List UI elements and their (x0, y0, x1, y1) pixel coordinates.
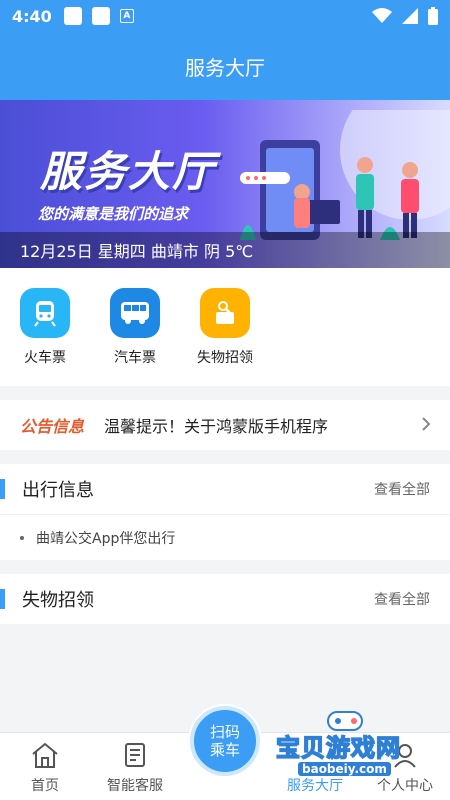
bus-ticket-button[interactable]: 汽车票 (95, 288, 175, 367)
lost-found-icon (200, 288, 250, 338)
section-header: 失物招领 查看全部 (0, 574, 450, 624)
lost-found-button[interactable]: 失物招领 (185, 288, 265, 367)
page-title: 服务大厅 (185, 55, 265, 80)
nav-home-label: 首页 (31, 778, 59, 794)
weather-info: 12月25日 星期四 曲靖市 阴 5℃ (0, 232, 450, 268)
view-all-travel-link[interactable]: 查看全部 (374, 479, 430, 499)
app-badge-icon: A (119, 9, 134, 23)
section-header: 出行信息 查看全部 (0, 464, 450, 514)
chevron-right-icon (422, 417, 431, 431)
bullet-icon (20, 535, 24, 540)
scan-line-1: 扫码 (209, 723, 240, 741)
signal-icon (402, 8, 418, 24)
nav-service[interactable]: 智能客服 (90, 739, 180, 795)
travel-info-section: 出行信息 查看全部 曲靖公交App伴您出行 (0, 464, 450, 560)
notification-icon (91, 7, 110, 25)
document-icon (90, 739, 180, 771)
hall-icon (270, 739, 360, 771)
status-bar: 4:40 A (0, 0, 450, 32)
train-ticket-button[interactable]: 火车票 (5, 288, 85, 367)
notice-text: 温馨提示！关于鸿蒙版手机程序 (104, 417, 329, 436)
quick-actions: 火车票 汽车票 失物招领 (0, 268, 450, 386)
train-ticket-label: 火车票 (24, 350, 66, 366)
home-icon (0, 739, 90, 771)
notice-tag: 公告信息 (20, 417, 85, 436)
nav-hall-label: 服务大厅 (287, 778, 343, 794)
user-icon (360, 739, 450, 771)
nav-hall[interactable]: 服务大厅 (270, 739, 360, 795)
section-accent (0, 479, 5, 499)
section-title: 出行信息 (22, 480, 94, 501)
lost-found-label: 失物招领 (197, 350, 253, 366)
scan-to-ride-button[interactable]: 扫码 乘车 (190, 706, 260, 776)
banner-subtitle: 您的满意是我们的追求 (38, 205, 189, 223)
notification-icon (63, 7, 82, 25)
view-all-lost-found-link[interactable]: 查看全部 (374, 589, 430, 609)
banner-illustration (240, 110, 450, 240)
nav-service-label: 智能客服 (107, 778, 163, 794)
banner-title: 服务大厅 (40, 147, 217, 196)
nav-profile-label: 个人中心 (377, 778, 433, 794)
battery-icon (428, 7, 438, 25)
nav-home[interactable]: 首页 (0, 739, 90, 795)
status-time: 4:40 (12, 6, 52, 26)
bus-icon (110, 288, 160, 338)
section-accent (0, 589, 5, 609)
list-item[interactable]: 曲靖公交App伴您出行 (0, 514, 450, 560)
wifi-icon (372, 8, 392, 23)
notice-bar[interactable]: 公告信息 温馨提示！关于鸿蒙版手机程序 (0, 400, 450, 450)
train-icon (20, 288, 70, 338)
scan-line-2: 乘车 (209, 741, 240, 759)
app-header: 服务大厅 (0, 32, 450, 100)
list-item-text: 曲靖公交App伴您出行 (36, 530, 176, 547)
nav-profile[interactable]: 个人中心 (360, 739, 450, 795)
section-title: 失物招领 (22, 590, 94, 611)
banner[interactable]: 服务大厅 您的满意是我们的追求 12月25日 星期四 曲靖市 阴 5℃ (0, 100, 450, 268)
bus-ticket-label: 汽车票 (114, 350, 156, 366)
